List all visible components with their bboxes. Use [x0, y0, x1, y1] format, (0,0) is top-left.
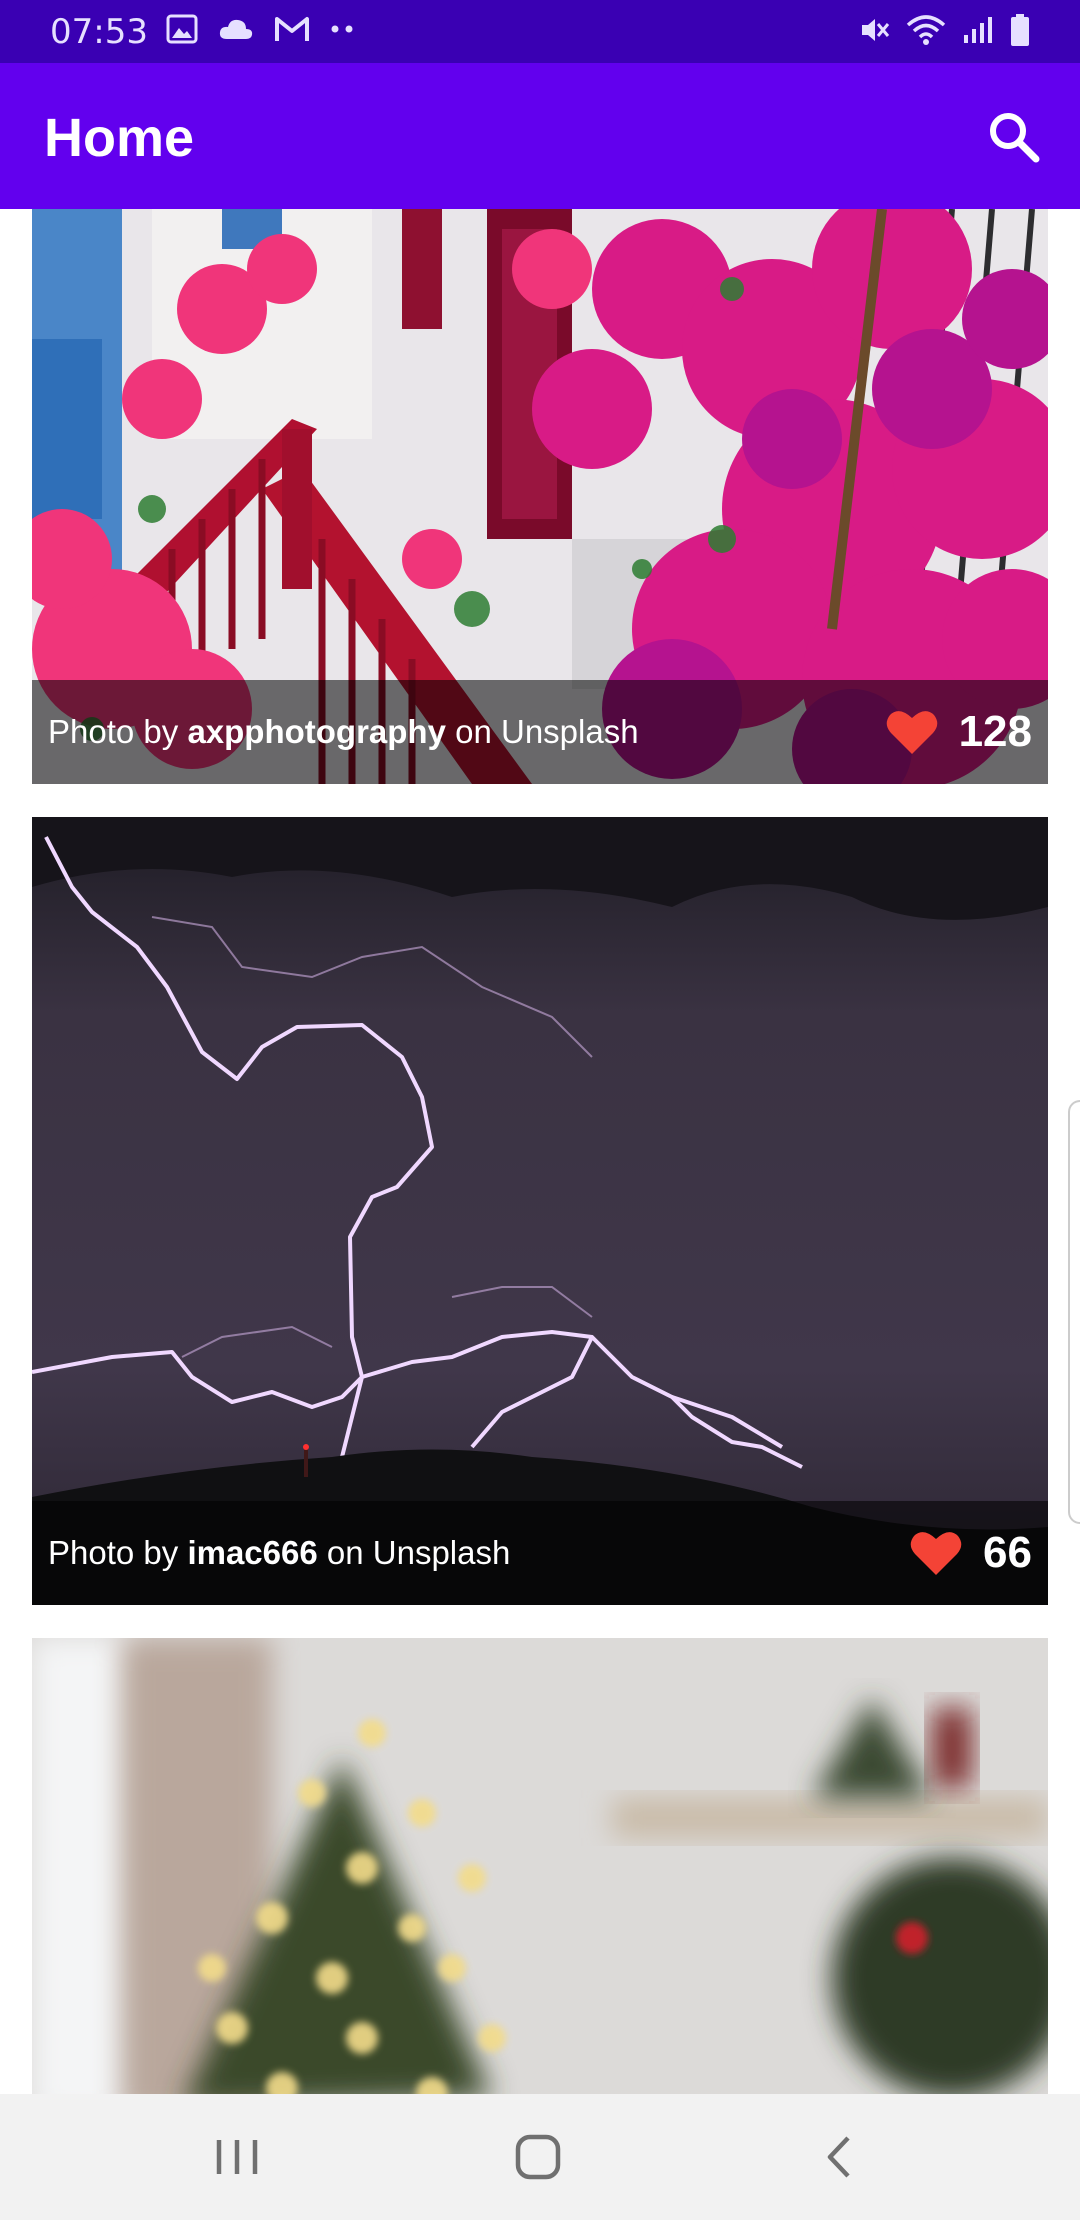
signal-icon [964, 17, 992, 43]
wifi-icon [906, 15, 946, 45]
back-button[interactable] [804, 2124, 874, 2190]
photo-card[interactable] [32, 1638, 1048, 2094]
like-count: 128 [958, 707, 1032, 756]
photo-image [32, 817, 1048, 1605]
app-bar: Home [0, 63, 1080, 209]
system-icons [858, 13, 1030, 47]
status-bar: 07:53 [0, 0, 1080, 63]
edge-panel-handle[interactable] [1068, 1100, 1080, 1524]
photo-image [32, 1638, 1048, 2094]
likes: 66 [909, 1528, 1032, 1578]
status-time: 07:53 [50, 12, 148, 52]
photo-card[interactable]: Photo by axpphotography on Unsplash 128 [32, 209, 1048, 784]
page-title: Home [44, 108, 195, 168]
heart-icon[interactable] [885, 708, 939, 756]
photo-credit: Photo by imac666 on Unsplash [48, 1534, 511, 1571]
search-button[interactable] [984, 107, 1044, 167]
likes: 128 [885, 707, 1032, 757]
caption-bar: Photo by imac666 on Unsplash 66 [32, 1501, 1048, 1605]
heart-icon[interactable] [909, 1529, 963, 1577]
photo-card[interactable]: Photo by imac666 on Unsplash 66 [32, 817, 1048, 1605]
photo-credit: Photo by axpphotography on Unsplash [48, 713, 639, 750]
gmail-icon [275, 17, 309, 41]
notification-icons [166, 14, 354, 44]
like-count: 66 [983, 1528, 1032, 1577]
home-icon [515, 2134, 561, 2180]
mute-icon [862, 19, 890, 41]
photo-feed[interactable]: Photo by axpphotography on Unsplash 128 [32, 209, 1048, 2094]
cloud-icon [219, 19, 253, 39]
search-icon [990, 113, 1040, 163]
battery-icon [1011, 14, 1029, 46]
image-icon [166, 14, 198, 44]
more-dots-icon [331, 25, 353, 33]
author-name[interactable]: imac666 [187, 1534, 317, 1571]
navigation-bar [0, 2094, 1080, 2220]
author-name[interactable]: axpphotography [187, 713, 446, 750]
caption-bar: Photo by axpphotography on Unsplash 128 [32, 680, 1048, 784]
back-icon [827, 2136, 850, 2178]
recent-apps-icon [216, 2140, 258, 2174]
recent-apps-button[interactable] [202, 2124, 272, 2190]
home-button[interactable] [503, 2124, 573, 2190]
